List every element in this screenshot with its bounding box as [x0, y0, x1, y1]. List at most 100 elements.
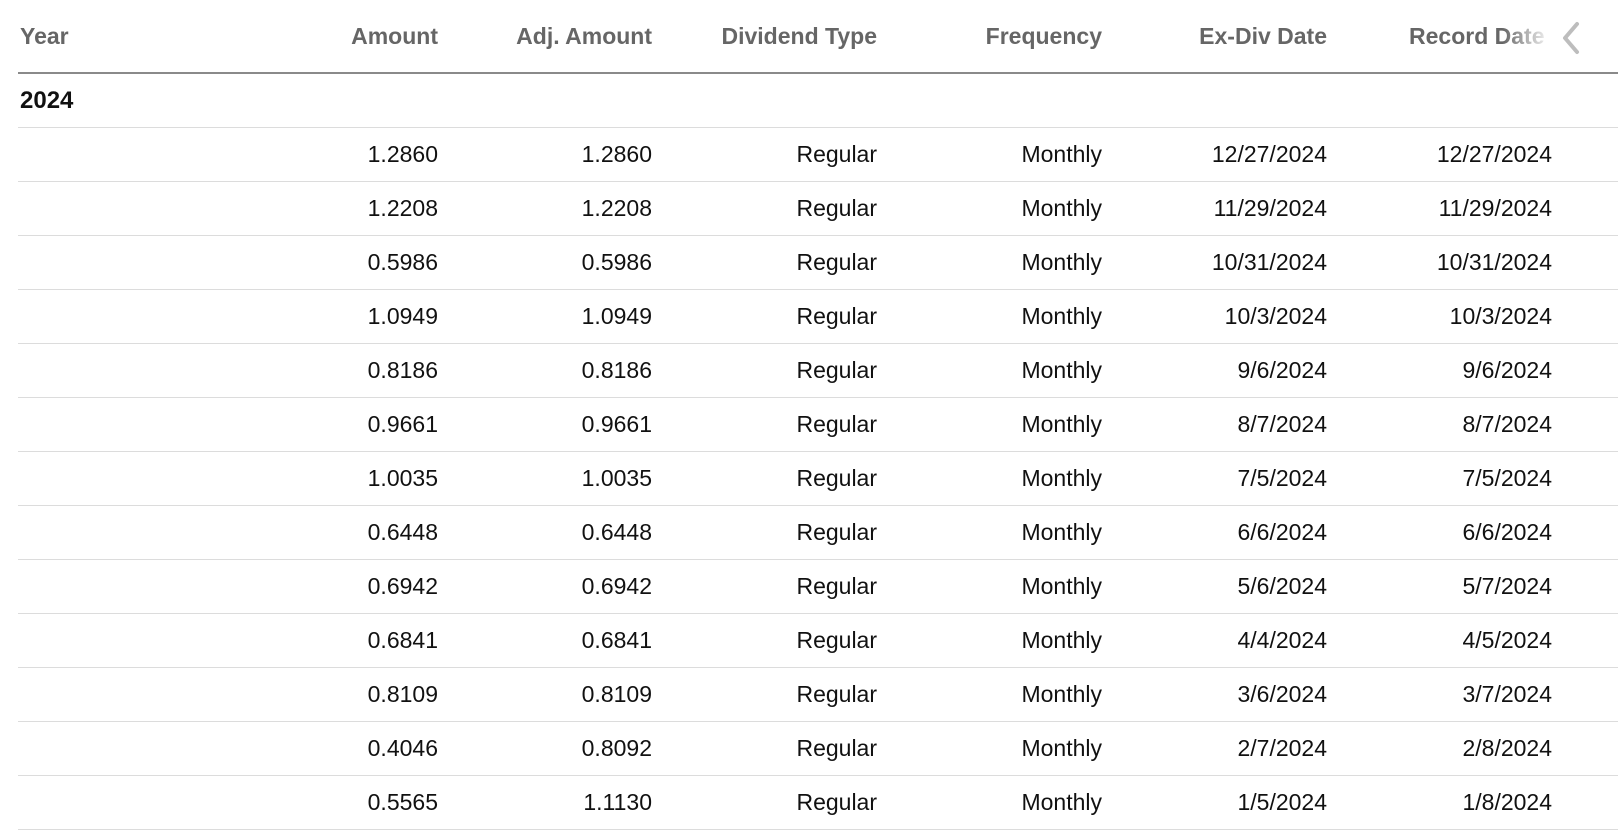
- cell-amount: 0.9661: [367, 411, 438, 437]
- table-header-row: Year Amount Adj. Amount Dividend Type Fr…: [18, 0, 1618, 74]
- scroll-left-button[interactable]: [1550, 18, 1590, 58]
- cell-dividend-type: Regular: [796, 627, 877, 653]
- cell-dividend-type: Regular: [796, 357, 877, 383]
- table-grid: Year Amount Adj. Amount Dividend Type Fr…: [18, 0, 1618, 830]
- cell-ex-div-date: 11/29/2024: [1213, 195, 1327, 221]
- cell-adj-amount: 1.1130: [583, 789, 652, 815]
- cell-frequency: Monthly: [1021, 411, 1102, 437]
- table-row: 1.2208 1.2208 Regular Monthly 11/29/2024 11/2…: [18, 182, 1618, 236]
- cell-record-date: 4/5/2024: [1462, 627, 1552, 653]
- cell-amount: 0.5565: [367, 789, 438, 815]
- cell-ex-div-date: 10/31/2024: [1211, 249, 1327, 275]
- column-header-dividend-type[interactable]: Dividend Type: [652, 23, 878, 50]
- cell-dividend-type: Regular: [796, 789, 877, 815]
- cell-record-date: 3/7/2024: [1462, 681, 1552, 707]
- cell-ex-div-date: 5/6/2024: [1237, 573, 1327, 599]
- cell-ex-div-date: 3/6/2024: [1237, 681, 1327, 707]
- table-body: 1.2860 1.2860 Regular Monthly 12/27/2024 12/2…: [18, 128, 1618, 830]
- cell-record-date: 10/3/2024: [1449, 303, 1552, 329]
- column-header-year[interactable]: Year: [18, 23, 204, 50]
- year-group-label: 2024: [20, 86, 74, 114]
- year-group-row: 2024: [18, 74, 1618, 128]
- dividend-history-table: Year Amount Adj. Amount Dividend Type Fr…: [18, 0, 1618, 834]
- table-row: 0.5565 1.1130 Regular Monthly 1/5/2024 1/8/20…: [18, 776, 1618, 830]
- cell-adj-amount: 0.9661: [581, 411, 652, 437]
- cell-dividend-type: Regular: [796, 411, 877, 437]
- table-row: 0.8186 0.8186 Regular Monthly 9/6/2024 9/6/20…: [18, 344, 1618, 398]
- chevron-left-icon: [1563, 22, 1579, 54]
- cell-adj-amount: 1.0035: [581, 465, 652, 491]
- cell-frequency: Monthly: [1021, 735, 1102, 761]
- column-header-adj-amount[interactable]: Adj. Amount: [438, 23, 652, 50]
- table-row: 0.5986 0.5986 Regular Monthly 10/31/2024 10/3…: [18, 236, 1618, 290]
- cell-record-date: 5/7/2024: [1462, 573, 1552, 599]
- cell-frequency: Monthly: [1021, 195, 1102, 221]
- cell-adj-amount: 0.8186: [581, 357, 652, 383]
- cell-dividend-type: Regular: [796, 465, 877, 491]
- column-header-ex-div-date[interactable]: Ex-Div Date: [1102, 23, 1327, 50]
- cell-amount: 0.6942: [367, 573, 438, 599]
- cell-dividend-type: Regular: [796, 735, 877, 761]
- cell-record-date: 10/31/2024: [1436, 249, 1552, 275]
- cell-ex-div-date: 4/4/2024: [1237, 627, 1327, 653]
- cell-dividend-type: Regular: [796, 141, 877, 167]
- cell-ex-div-date: 1/5/2024: [1237, 789, 1327, 815]
- cell-adj-amount: 0.8109: [581, 681, 652, 707]
- column-header-frequency[interactable]: Frequency: [877, 23, 1102, 50]
- column-header-record-date[interactable]: Record Date: [1327, 23, 1552, 50]
- cell-record-date: 6/6/2024: [1462, 519, 1552, 545]
- table-row: 1.0035 1.0035 Regular Monthly 7/5/2024 7/5/20…: [18, 452, 1618, 506]
- cell-ex-div-date: 2/7/2024: [1237, 735, 1327, 761]
- cell-amount: 1.2860: [367, 141, 438, 167]
- cell-frequency: Monthly: [1021, 465, 1102, 491]
- cell-frequency: Monthly: [1021, 573, 1102, 599]
- cell-frequency: Monthly: [1021, 519, 1102, 545]
- cell-amount: 0.8186: [367, 357, 438, 383]
- cell-record-date: 7/5/2024: [1462, 465, 1552, 491]
- cell-adj-amount: 1.0949: [581, 303, 652, 329]
- cell-record-date: 12/27/2024: [1436, 141, 1552, 167]
- cell-dividend-type: Regular: [796, 195, 877, 221]
- table-row: 0.8109 0.8109 Regular Monthly 3/6/2024 3/7/20…: [18, 668, 1618, 722]
- cell-ex-div-date: 8/7/2024: [1237, 411, 1327, 437]
- cell-frequency: Monthly: [1021, 357, 1102, 383]
- cell-ex-div-date: 10/3/2024: [1224, 303, 1327, 329]
- cell-frequency: Monthly: [1021, 681, 1102, 707]
- table-row: 1.2860 1.2860 Regular Monthly 12/27/2024 12/2…: [18, 128, 1618, 182]
- cell-adj-amount: 0.5986: [581, 249, 652, 275]
- cell-dividend-type: Regular: [796, 519, 877, 545]
- cell-adj-amount: 0.6841: [581, 627, 652, 653]
- cell-ex-div-date: 12/27/2024: [1211, 141, 1327, 167]
- cell-dividend-type: Regular: [796, 573, 877, 599]
- cell-record-date: 8/7/2024: [1462, 411, 1552, 437]
- cell-record-date: 9/6/2024: [1462, 357, 1552, 383]
- cell-frequency: Monthly: [1021, 141, 1102, 167]
- cell-amount: 1.2208: [367, 195, 438, 221]
- table-row: 1.0949 1.0949 Regular Monthly 10/3/2024 10/3/…: [18, 290, 1618, 344]
- cell-ex-div-date: 6/6/2024: [1237, 519, 1327, 545]
- table-row: 0.9661 0.9661 Regular Monthly 8/7/2024 8/7/20…: [18, 398, 1618, 452]
- cell-record-date: 11/29/2024: [1438, 195, 1552, 221]
- cell-adj-amount: 0.6448: [581, 519, 652, 545]
- cell-amount: 0.6448: [367, 519, 438, 545]
- cell-record-date: 1/8/2024: [1462, 789, 1552, 815]
- cell-ex-div-date: 9/6/2024: [1237, 357, 1327, 383]
- cell-ex-div-date: 7/5/2024: [1237, 465, 1327, 491]
- cell-dividend-type: Regular: [796, 249, 877, 275]
- cell-amount: 1.0035: [367, 465, 438, 491]
- cell-amount: 0.5986: [367, 249, 438, 275]
- cell-frequency: Monthly: [1021, 249, 1102, 275]
- cell-dividend-type: Regular: [796, 681, 877, 707]
- cell-frequency: Monthly: [1021, 789, 1102, 815]
- cell-amount: 0.8109: [367, 681, 438, 707]
- cell-amount: 0.6841: [367, 627, 438, 653]
- cell-dividend-type: Regular: [796, 303, 877, 329]
- cell-frequency: Monthly: [1021, 303, 1102, 329]
- table-row: 0.6448 0.6448 Regular Monthly 6/6/2024 6/6/20…: [18, 506, 1618, 560]
- cell-frequency: Monthly: [1021, 627, 1102, 653]
- cell-adj-amount: 1.2208: [581, 195, 652, 221]
- cell-amount: 1.0949: [367, 303, 438, 329]
- cell-record-date: 2/8/2024: [1462, 735, 1552, 761]
- column-header-amount[interactable]: Amount: [204, 23, 438, 50]
- table-row: 0.6942 0.6942 Regular Monthly 5/6/2024 5/7/20…: [18, 560, 1618, 614]
